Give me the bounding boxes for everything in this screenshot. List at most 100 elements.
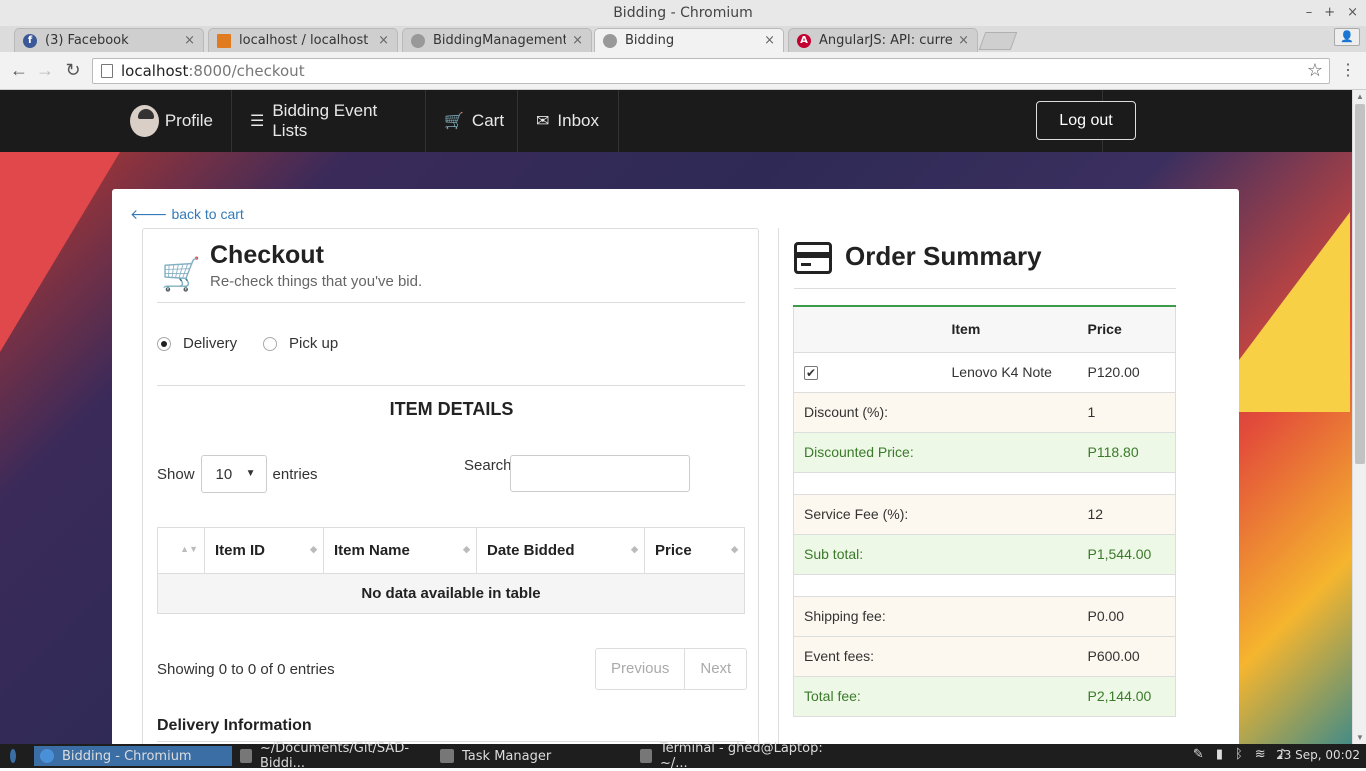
radio-pickup[interactable]: Pick up [263,335,338,352]
column-item-name[interactable]: Item Name ◆ [323,527,477,574]
item-price: P120.00 [1077,352,1176,393]
discounted-price-value: P118.80 [1077,432,1176,473]
page-scrollbar[interactable]: ▲ ▼ [1352,90,1366,744]
search-input[interactable] [510,455,690,492]
order-summary-title: Order Summary [845,241,1042,271]
task-manager-icon [440,749,454,763]
close-tab-icon[interactable]: × [184,33,195,48]
table-row: Discount (%): 1 [793,392,1176,433]
taskbar-item-chromium[interactable]: Bidding - Chromium [34,746,232,766]
minimize-icon[interactable]: – [1306,0,1313,26]
tab-bidding-management[interactable]: BiddingManagementSy× [402,28,592,52]
nav-profile[interactable]: Profile [112,90,232,152]
total-fee-label: Total fee: [793,676,1078,717]
order-summary-table: Item Price ✔ Lenovo K4 Note P120.00 Disc… [793,305,1176,717]
system-tray: ✎ ▮ ᛒ ≋ ♪ [1193,747,1286,762]
caret-down-icon: ▼ [245,468,256,479]
column-price[interactable]: Price ◆ [644,527,745,574]
close-tab-icon[interactable]: × [378,33,389,48]
tab-angularjs[interactable]: AAngularJS: API: currency× [788,28,978,52]
scrollbar-thumb[interactable] [1355,104,1365,464]
sort-icon: ◆ [310,544,317,554]
subtotal-value: P1,544.00 [1077,534,1176,575]
close-icon[interactable]: × [1347,0,1358,26]
radio-button-icon[interactable] [263,336,277,351]
bookmark-star-icon[interactable]: ☆ [1307,59,1323,83]
back-to-cart-link[interactable]: 🡐 back to cart [130,206,244,223]
new-tab-button[interactable] [978,32,1018,50]
delivery-information-heading: Delivery Information [157,717,312,734]
scroll-down-icon[interactable]: ▼ [1356,733,1364,742]
search-label: Search: [464,457,516,474]
section-heading: ITEM DETAILS [389,399,514,419]
close-tab-icon[interactable]: × [958,33,969,48]
column-item-id[interactable]: Item ID ◆ [204,527,324,574]
taskbar-item-file-manager[interactable]: ~/Documents/Git/SAD-Biddi... [234,741,432,771]
shipping-fee-value: P0.00 [1077,596,1176,637]
start-menu-icon[interactable] [4,746,30,766]
close-tab-icon[interactable]: × [764,33,775,48]
event-fees-value: P600.00 [1077,636,1176,677]
column-price: Price [1077,306,1176,353]
forward-arrow-icon[interactable]: → [34,59,56,81]
page-icon [101,64,113,78]
nav-bidding-event-lists[interactable]: ☰ Bidding Event Lists [232,90,426,152]
cart-icon: 🛒 [161,256,201,292]
nav-inbox[interactable]: ✉ Inbox [518,90,619,152]
envelope-icon: ✉ [536,113,550,130]
profile-switcher-icon[interactable]: 👤 [1334,28,1360,46]
close-tab-icon[interactable]: × [572,33,583,48]
column-date-bidded[interactable]: Date Bidded ◆ [476,527,645,574]
page-viewport: Profile ☰ Bidding Event Lists 🛒 Cart ✉ Inbo… [0,90,1352,744]
top-navbar: Profile ☰ Bidding Event Lists 🛒 Cart ✉ Inbo… [0,90,1352,152]
reload-icon[interactable]: ↻ [62,59,84,81]
discount-label: Discount (%): [793,392,1078,433]
taskbar-item-terminal[interactable]: Terminal - ghed@Laptop: ~/... [634,741,832,771]
table-row: ✔ Lenovo K4 Note P120.00 [793,352,1176,393]
table-row: Service Fee (%): 12 [793,494,1176,535]
battery-icon[interactable]: ▮ [1216,747,1223,762]
radio-button-icon[interactable] [157,336,171,351]
total-fee-value: P2,144.00 [1077,676,1176,717]
item-name: Lenovo K4 Note [941,352,1078,393]
address-bar[interactable]: localhost:8000/checkout ☆ [92,58,1330,84]
wifi-icon[interactable]: ≋ [1255,747,1266,762]
browser-menu-icon[interactable]: ⋮ [1340,60,1356,80]
table-row: Total fee: P2,144.00 [793,676,1176,717]
notes-icon[interactable]: ✎ [1193,747,1204,762]
header-checkbox-column [793,306,942,353]
window-title: Bidding - Chromium [613,5,753,21]
table-row: Sub total: P1,544.00 [793,534,1176,575]
next-button[interactable]: Next [684,649,746,689]
bluetooth-icon[interactable]: ᛒ [1235,747,1243,762]
maximize-icon[interactable]: + [1324,0,1335,26]
radio-delivery[interactable]: Delivery [157,335,237,352]
item-checkbox[interactable]: ✔ [804,366,818,380]
subtotal-label: Sub total: [793,534,1078,575]
entries-select[interactable]: 10 ▼ [200,455,267,493]
previous-button[interactable]: Previous [596,649,684,689]
scroll-up-icon[interactable]: ▲ [1356,92,1364,101]
tab-facebook[interactable]: f (3) Facebook × [14,28,204,52]
shipping-fee-label: Shipping fee: [793,596,1078,637]
discounted-price-label: Discounted Price: [793,432,1078,473]
service-fee-label: Service Fee (%): [793,494,1078,535]
logout-button[interactable]: Log out [1036,101,1136,140]
phpmyadmin-icon [217,33,231,48]
table-row: Event fees: P600.00 [793,636,1176,677]
tab-phpmyadmin[interactable]: localhost / localhost / sa× [208,28,398,52]
avatar [130,105,159,137]
tab-bidding[interactable]: Bidding × [594,28,784,52]
taskbar-item-task-manager[interactable]: Task Manager [434,746,632,766]
sort-column-header[interactable]: ▲▼ [157,527,205,574]
entries-length-control: Show 10 ▼ entries [157,455,318,493]
column-item: Item [941,306,1078,353]
back-arrow-icon[interactable]: ← [8,59,30,81]
nav-cart[interactable]: 🛒 Cart [426,90,518,152]
divider [157,385,745,386]
checkout-card: 🡐 back to cart 🛒 Checkout Re-check thing… [112,189,1239,744]
items-table: ▲▼ Item ID ◆ Item Name ◆ Date Bidded ◆ Pric… [157,527,745,614]
chromium-icon [40,749,54,763]
clock[interactable]: 23 Sep, 00:02 [1276,748,1360,762]
page-subtitle: Re-check things that you've bid. [210,273,423,290]
